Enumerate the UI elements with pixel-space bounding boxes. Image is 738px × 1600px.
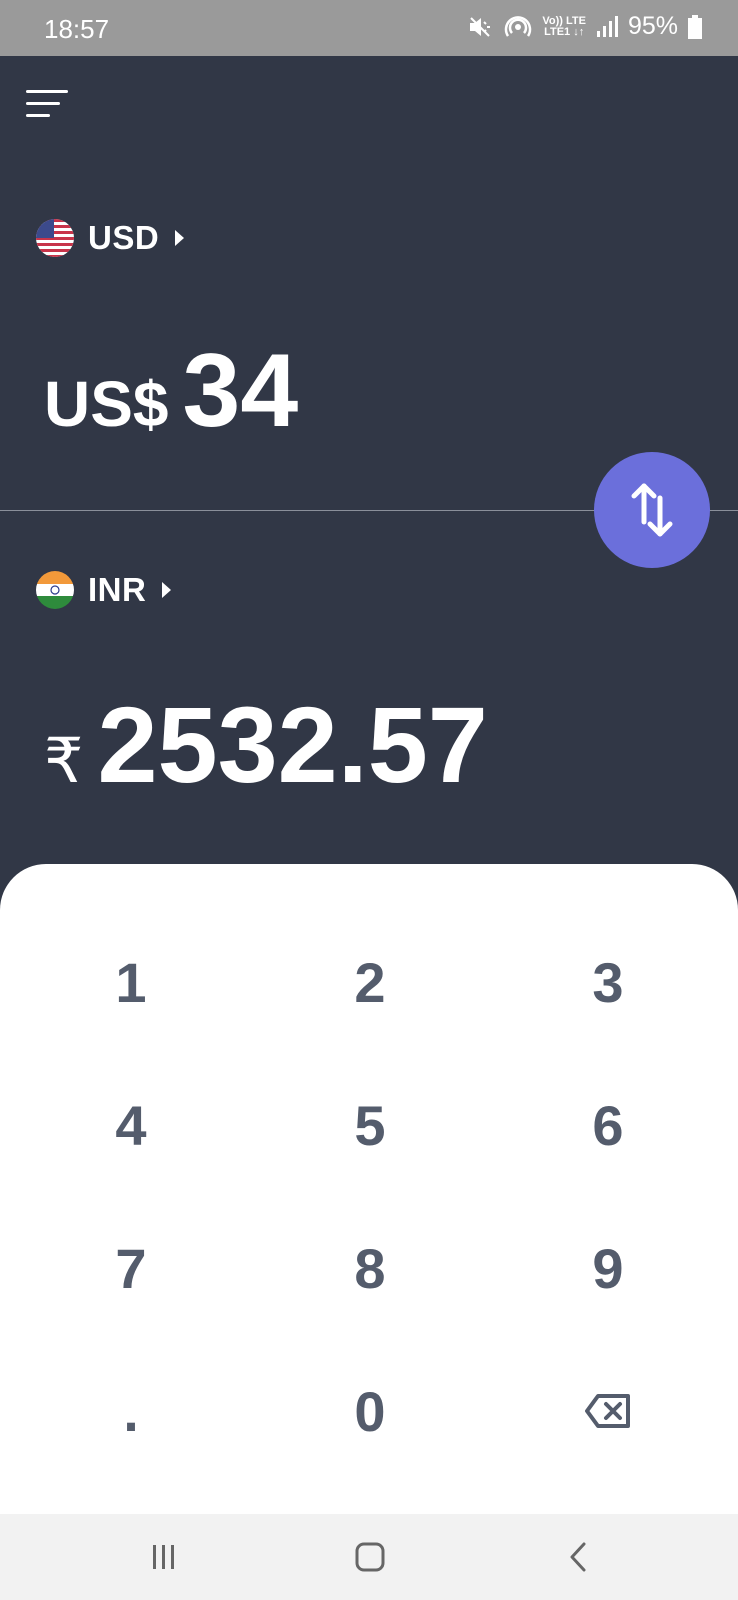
lte-indicator: Vo)) LTE LTE1 ↓↑	[542, 14, 586, 38]
hamburger-menu-icon	[26, 90, 68, 117]
key-8[interactable]: 8	[290, 1213, 450, 1323]
key-1[interactable]: 1	[51, 927, 211, 1037]
key-7[interactable]: 7	[51, 1213, 211, 1323]
caret-right-icon	[175, 230, 185, 246]
status-time: 18:57	[44, 14, 110, 44]
backspace-icon	[585, 1394, 630, 1428]
hotspot-icon	[504, 13, 532, 41]
from-currency-symbol: US$	[44, 368, 169, 440]
back-icon	[570, 1542, 586, 1572]
from-currency-code: USD	[88, 219, 160, 256]
status-bar: 18:57 Vo)) LTE LTE1 ↓↑ 95%	[0, 0, 738, 56]
key-3[interactable]: 3	[528, 927, 688, 1037]
caret-right-icon	[162, 582, 172, 598]
recents-icon	[153, 1545, 174, 1569]
system-nav-bar	[0, 1514, 738, 1600]
to-amount-value: 2532.57	[97, 684, 488, 805]
from-amount-display: US$ 34	[44, 332, 298, 451]
lte-bottom-text: LTE1 ↓↑	[544, 25, 585, 38]
key-2[interactable]: 2	[290, 927, 450, 1037]
backspace-button[interactable]	[528, 1356, 688, 1466]
home-button[interactable]	[340, 1534, 400, 1580]
key-5[interactable]: 5	[290, 1070, 450, 1180]
menu-button[interactable]	[26, 88, 70, 120]
signal-icon	[596, 15, 618, 39]
from-amount-value: 34	[182, 333, 299, 449]
key-decimal[interactable]: .	[51, 1356, 211, 1466]
recents-button[interactable]	[134, 1534, 194, 1580]
key-4[interactable]: 4	[51, 1070, 211, 1180]
battery-percent: 95%	[627, 12, 678, 40]
us-flag-icon	[36, 219, 74, 257]
from-currency-selector[interactable]: USD	[36, 219, 185, 257]
key-6[interactable]: 6	[528, 1070, 688, 1180]
battery-icon	[688, 14, 702, 39]
to-currency-selector[interactable]: INR	[36, 571, 172, 609]
swap-vertical-arrows-icon	[631, 483, 673, 537]
key-0[interactable]: 0	[290, 1356, 450, 1466]
back-button[interactable]	[548, 1534, 608, 1580]
key-9[interactable]: 9	[528, 1213, 688, 1323]
swap-currencies-button[interactable]	[594, 452, 710, 568]
status-icons: Vo)) LTE LTE1 ↓↑ 95%	[468, 12, 702, 41]
to-currency-symbol: ₹	[44, 727, 84, 796]
india-flag-icon	[36, 571, 74, 609]
numeric-keypad: 1 2 3 4 5 6 7 8 9 . 0	[0, 864, 738, 1514]
to-amount-display: ₹ 2532.57	[44, 682, 488, 807]
lte-top-text: Vo)) LTE	[542, 14, 586, 27]
to-currency-code: INR	[88, 571, 147, 608]
mute-icon	[468, 15, 494, 39]
home-icon	[355, 1542, 385, 1572]
